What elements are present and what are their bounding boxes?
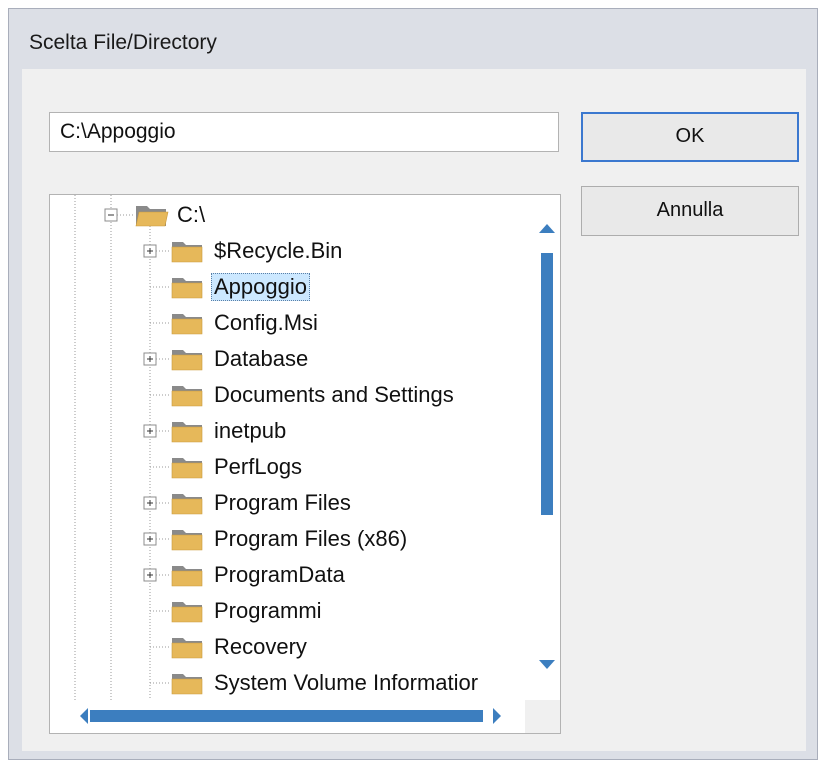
window-title: Scelta File/Directory bbox=[29, 31, 217, 54]
folder-icon bbox=[171, 566, 203, 587]
folder-icon bbox=[171, 530, 203, 551]
scroll-up-arrow-icon[interactable] bbox=[539, 224, 555, 233]
scroll-left-arrow-icon[interactable] bbox=[80, 708, 88, 724]
tree-item-label[interactable]: Documents and Settings bbox=[211, 381, 457, 409]
folder-icon bbox=[171, 458, 203, 479]
expand-toggle-icon[interactable] bbox=[143, 532, 157, 546]
folder-open-icon bbox=[135, 206, 169, 227]
folder-icon bbox=[171, 314, 203, 335]
folder-icon bbox=[171, 278, 203, 299]
folder-icon bbox=[171, 242, 203, 263]
tree-item-label[interactable]: Programmi bbox=[211, 597, 325, 625]
tree-item-label[interactable]: Program Files (x86) bbox=[211, 525, 410, 553]
folder-icon bbox=[171, 602, 203, 623]
expand-toggle-icon[interactable] bbox=[143, 496, 157, 510]
folder-icon bbox=[171, 386, 203, 407]
folder-tree[interactable]: C:\ $Recycle.Bin Appoggio Config.Msi Databas… bbox=[49, 194, 561, 734]
cancel-button[interactable]: Annulla bbox=[581, 186, 799, 236]
folder-icon bbox=[171, 638, 203, 659]
tree-item-label[interactable]: Program Files bbox=[211, 489, 354, 517]
horizontal-scroll-thumb[interactable] bbox=[90, 710, 483, 722]
expand-toggle-icon[interactable] bbox=[143, 244, 157, 258]
tree-item-label[interactable]: $Recycle.Bin bbox=[211, 237, 345, 265]
folder-icon bbox=[171, 494, 203, 515]
ok-button[interactable]: OK bbox=[581, 112, 799, 162]
collapse-toggle-icon[interactable] bbox=[104, 208, 118, 222]
tree-item-label[interactable]: Recovery bbox=[211, 633, 310, 661]
tree-root-label[interactable]: C:\ bbox=[174, 201, 208, 229]
expand-toggle-icon[interactable] bbox=[143, 568, 157, 582]
scrollbar-corner bbox=[525, 700, 560, 733]
tree-item-label[interactable]: Database bbox=[211, 345, 311, 373]
tree-item-label[interactable]: System Volume Informatior bbox=[211, 669, 481, 697]
path-input[interactable]: C:\Appoggio bbox=[49, 112, 559, 152]
vertical-scrollbar[interactable] bbox=[535, 195, 560, 700]
horizontal-scrollbar[interactable] bbox=[50, 700, 525, 733]
tree-item-label[interactable]: ProgramData bbox=[211, 561, 348, 589]
folder-icon bbox=[171, 422, 203, 443]
dialog-window: Scelta File/Directory C:\Appoggio OK Ann… bbox=[8, 8, 818, 760]
dialog-client-area: C:\Appoggio OK Annulla C:\ $Recycle.Bin … bbox=[22, 69, 806, 751]
tree-item-label[interactable]: Appoggio bbox=[211, 273, 310, 301]
scroll-right-arrow-icon[interactable] bbox=[493, 708, 501, 724]
expand-toggle-icon[interactable] bbox=[143, 352, 157, 366]
folder-icon bbox=[171, 674, 203, 695]
scroll-down-arrow-icon[interactable] bbox=[539, 660, 555, 669]
tree-item-label[interactable]: PerfLogs bbox=[211, 453, 305, 481]
tree-item-label[interactable]: inetpub bbox=[211, 417, 289, 445]
vertical-scroll-thumb[interactable] bbox=[541, 253, 553, 515]
expand-toggle-icon[interactable] bbox=[143, 424, 157, 438]
folder-icon bbox=[171, 350, 203, 371]
tree-item-label[interactable]: Config.Msi bbox=[211, 309, 321, 337]
